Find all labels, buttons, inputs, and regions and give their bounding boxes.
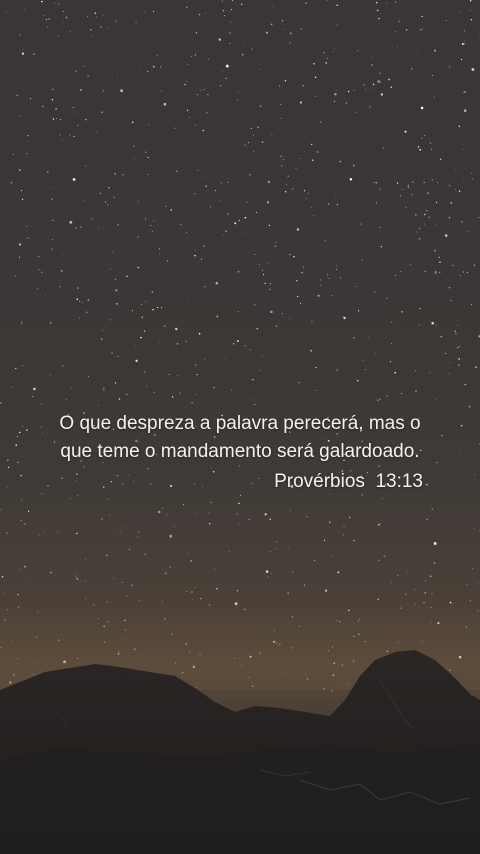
verse-reference: Provérbios 13:13	[274, 471, 423, 492]
bible-verse: O que despreza a palavra perecerá, mas o…	[40, 410, 440, 496]
wallpaper-background: O que despreza a palavra perecerá, mas o…	[0, 0, 480, 854]
verse-line-2: que teme o mandamento será galardoado.	[60, 441, 420, 462]
verse-text: O que despreza a palavra perecerá, mas o…	[40, 410, 440, 466]
verse-line-1: O que despreza a palavra perecerá, mas o	[59, 413, 421, 434]
